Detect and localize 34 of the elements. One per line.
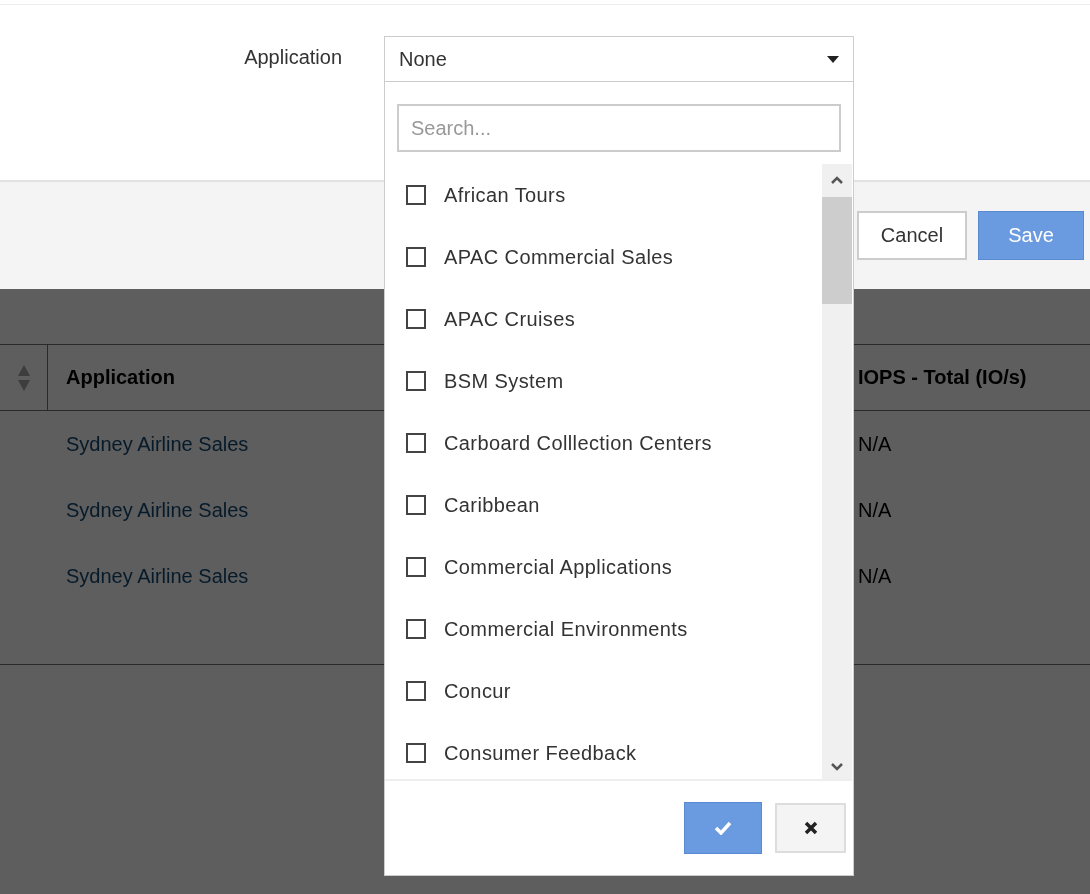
option-item[interactable]: African Tours [406, 164, 822, 226]
table-cell: N/A [858, 432, 892, 456]
checkbox[interactable] [406, 557, 426, 577]
option-item[interactable]: Concur [406, 660, 822, 722]
option-item[interactable]: APAC Commercial Sales [406, 226, 822, 288]
close-icon [803, 821, 818, 835]
cancel-button[interactable]: Cancel [857, 211, 967, 260]
close-button[interactable] [775, 803, 846, 853]
option-item[interactable]: Commercial Applications [406, 536, 822, 598]
option-item[interactable]: Consumer Feedback [406, 722, 822, 779]
checkbox[interactable] [406, 433, 426, 453]
application-select[interactable]: None [384, 36, 854, 82]
table-cell: N/A [858, 564, 892, 588]
checkbox[interactable] [406, 309, 426, 329]
option-item[interactable]: Commercial Environments [406, 598, 822, 660]
checkbox[interactable] [406, 619, 426, 639]
option-item[interactable]: BSM System [406, 350, 822, 412]
check-icon [714, 821, 732, 835]
option-item[interactable]: Carboard Colllection Centers [406, 412, 822, 474]
table-cell: N/A [858, 498, 892, 522]
checkbox[interactable] [406, 247, 426, 267]
checkbox[interactable] [406, 681, 426, 701]
scroll-up-icon[interactable] [831, 176, 843, 184]
field-label: Application [243, 45, 342, 69]
search-field[interactable]: Search... [397, 104, 841, 152]
caret-icon [827, 55, 839, 63]
checkbox[interactable] [406, 371, 426, 391]
option-item[interactable]: APAC Cruises [406, 288, 822, 350]
checkbox[interactable] [406, 495, 426, 515]
scroll-down-icon[interactable] [831, 763, 843, 771]
checkbox[interactable] [406, 185, 426, 205]
scrollbar-thumb[interactable] [822, 197, 852, 304]
checkbox[interactable] [406, 743, 426, 763]
option-item[interactable]: Caribbean [406, 474, 822, 536]
